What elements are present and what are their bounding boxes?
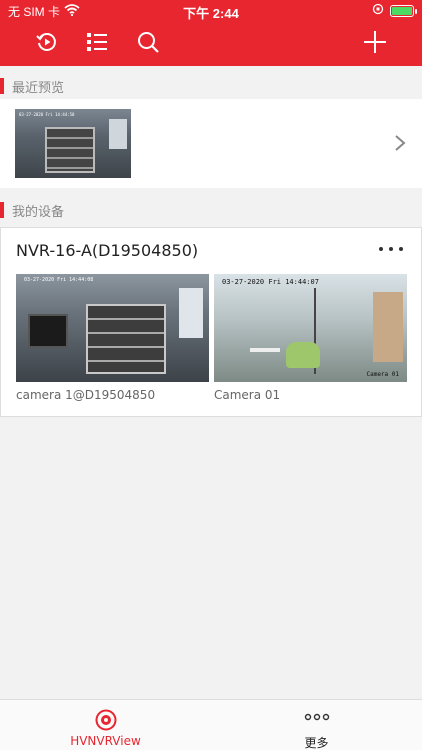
more-dots-icon [304, 709, 330, 735]
list-icon [85, 30, 109, 58]
add-device-button[interactable] [361, 30, 389, 58]
chevron-right-icon[interactable] [392, 133, 408, 153]
camera-thumbnail-2[interactable]: 03-27-2020 Fri 14:44:07 Camera 01 [214, 274, 407, 382]
devices-section-heading: 我的设备 [0, 195, 422, 225]
status-right [372, 3, 417, 18]
tab-hvnvrview[interactable]: HVNVRView [0, 700, 211, 750]
camera-2-timestamp: 03-27-2020 Fri 14:44:07 [222, 278, 319, 286]
camera-2-overlay-label: Camera 01 [366, 371, 399, 378]
recent-section-title: 最近预览 [12, 80, 65, 96]
tab-more-label: 更多 [304, 736, 329, 750]
camera-1-name: camera 1@D19504850 [16, 388, 156, 402]
tab-more[interactable]: 更多 [211, 700, 422, 750]
search-icon [136, 30, 160, 58]
camera-thumbnail-1[interactable]: 03-27-2020 Fri 14:44:08 [16, 274, 209, 382]
recent-thumb-timestamp: 03-27-2020 Fri 14:44:50 [19, 112, 75, 117]
status-time: 下午 2:44 [183, 6, 239, 21]
battery-icon [390, 4, 417, 17]
device-list-button[interactable] [83, 30, 111, 58]
camera-1-timestamp: 03-27-2020 Fri 14:44:08 [24, 277, 94, 283]
tab-hvnvrview-label: HVNVRView [70, 734, 141, 748]
search-button[interactable] [134, 30, 162, 58]
app-header: 无 SIM 卡 下午 2:44 [0, 0, 422, 66]
replay-icon [35, 30, 59, 58]
playback-history-button[interactable] [33, 30, 61, 58]
recent-preview-thumbnail[interactable]: 03-27-2020 Fri 14:44:50 [15, 109, 131, 178]
plus-icon [363, 30, 387, 58]
camera-2-name: Camera 01 [214, 388, 281, 402]
devices-section-title: 我的设备 [12, 204, 65, 220]
device-more-button[interactable] [379, 244, 403, 254]
status-bar: 无 SIM 卡 下午 2:44 [0, 0, 422, 22]
recent-section-heading: 最近预览 [0, 71, 422, 101]
device-name: NVR-16-A(D19504850) [16, 241, 199, 260]
bottom-tab-bar: HVNVRView 更多 [0, 699, 422, 750]
recent-preview-row[interactable]: 03-27-2020 Fri 14:44:50 [0, 99, 422, 188]
device-card[interactable]: NVR-16-A(D19504850) 03-27-2020 Fri 14:44… [0, 227, 422, 417]
toolbar [0, 26, 422, 62]
orientation-lock-icon [372, 3, 384, 18]
camera-lens-icon [95, 709, 117, 735]
